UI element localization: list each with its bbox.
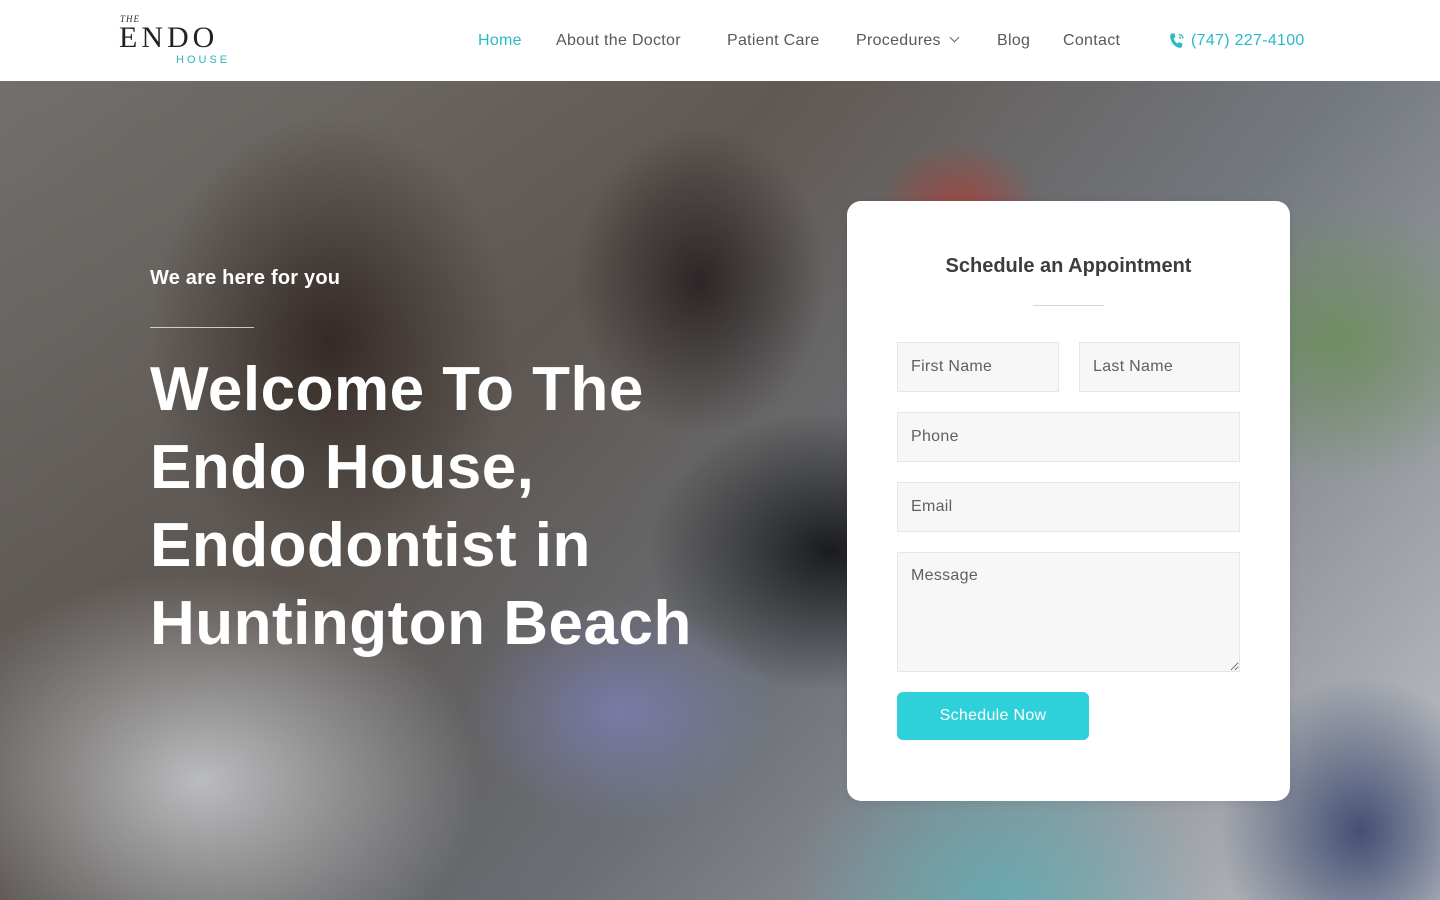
phone-number: (747) 227-4100 <box>1191 32 1305 49</box>
phone-input[interactable] <box>897 412 1240 462</box>
nav-item-patient-care[interactable]: Patient Care <box>727 31 820 51</box>
site-header: THE ENDO HOUSE Home About the Doctor Pat… <box>0 0 1440 82</box>
last-name-input[interactable] <box>1079 342 1240 392</box>
form-title-divider <box>1033 305 1104 306</box>
chevron-down-icon <box>949 32 960 43</box>
appointment-form-card: Schedule an Appointment Schedule Now <box>847 201 1290 801</box>
nav-item-contact[interactable]: Contact <box>1063 31 1120 51</box>
tagline-divider <box>150 327 254 328</box>
hero-title: Welcome To The Endo House, Endodontist i… <box>150 355 692 658</box>
nav-item-procedures-label: Procedures <box>856 32 941 49</box>
message-textarea[interactable] <box>897 552 1240 672</box>
email-input[interactable] <box>897 482 1240 532</box>
phone-ringing-icon <box>1170 33 1184 48</box>
site-logo[interactable]: THE ENDO HOUSE <box>119 12 240 70</box>
hero-tagline: We are here for you <box>150 267 341 289</box>
nav-item-home[interactable]: Home <box>478 31 522 51</box>
logo-endo-text: ENDO <box>119 21 219 54</box>
phone-link[interactable]: (747) 227-4100 <box>1168 31 1305 51</box>
form-title: Schedule an Appointment <box>945 255 1192 277</box>
nav-item-about-the-doctor[interactable]: About the Doctor <box>556 31 681 51</box>
nav-item-procedures[interactable]: Procedures <box>856 31 960 51</box>
schedule-now-button[interactable]: Schedule Now <box>897 692 1089 740</box>
logo-house-text: HOUSE <box>176 54 231 66</box>
nav-item-blog[interactable]: Blog <box>997 31 1030 51</box>
first-name-input[interactable] <box>897 342 1059 392</box>
